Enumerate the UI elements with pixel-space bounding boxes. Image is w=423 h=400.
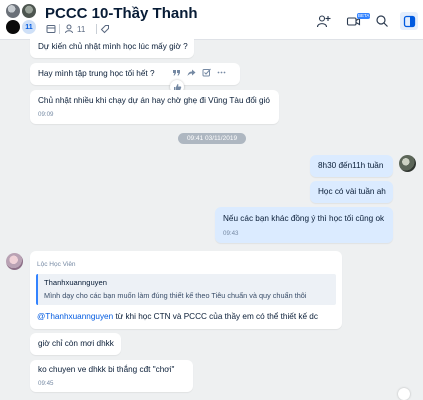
message-bubble-own[interactable]: Nếu các bạn khác đồng ý thì học tối cũng…	[215, 207, 393, 243]
group-avatar[interactable]	[6, 4, 20, 18]
calendar-icon	[46, 25, 56, 33]
chat-header: 11 PCCC 10-Thầy Thanh 11 BETA	[0, 0, 423, 40]
message-text: giờ chỉ còn mơi dhkk	[38, 339, 114, 348]
more-icon[interactable]	[217, 68, 226, 77]
calendar-button[interactable]	[46, 22, 56, 36]
message-bubble[interactable]: Dự kiến chủ nhật mình học lúc mấy giờ ?	[30, 38, 194, 58]
search-icon	[376, 15, 388, 27]
sidebar-toggle-icon	[403, 15, 415, 27]
divider	[59, 24, 60, 34]
quoted-author: Thanhxuannguyen	[44, 278, 107, 287]
message-text: từ khi học CTN và PCCC của thầy em có th…	[115, 312, 318, 321]
message-bubble[interactable]: Hay mình tập trung học tối hết ?	[30, 63, 240, 85]
quote-icon[interactable]	[172, 68, 181, 77]
quoted-message[interactable]: Thanhxuannguyen Mình dạy cho các bạn muố…	[36, 274, 336, 305]
sender-name: Lộc Học Viên	[37, 261, 76, 268]
conversation-title[interactable]: PCCC 10-Thầy Thanh	[45, 5, 198, 22]
tag-icon	[100, 25, 109, 34]
sidebar-toggle-button[interactable]	[400, 12, 418, 30]
message-bubble[interactable]: ko chuyen ve dhkk bi thắng cđt "chơi" 09…	[30, 360, 193, 392]
mention-link[interactable]: @Thanhxuannguyen	[37, 312, 113, 321]
divider	[96, 24, 97, 34]
search-button[interactable]	[373, 12, 391, 30]
add-member-button[interactable]	[314, 12, 332, 30]
message-text: Học có vài tuần ah	[318, 187, 386, 196]
message-text: Dự kiến chủ nhật mình học lúc mấy giờ ?	[38, 42, 188, 51]
avatar[interactable]	[6, 253, 23, 270]
group-avatar[interactable]	[6, 20, 20, 34]
scroll-to-bottom-button[interactable]	[398, 388, 410, 400]
message-text: Chủ nhật nhiều khi chạy dự án hay chờ gh…	[38, 96, 270, 105]
message-actions	[172, 68, 226, 77]
message-bubble-own[interactable]: Học có vài tuần ah	[310, 181, 393, 203]
share-icon[interactable]	[187, 68, 196, 77]
message-text: 8h30 đến11h tuần	[318, 161, 384, 170]
avatar-count-badge[interactable]: 11	[22, 20, 36, 34]
add-member-icon	[316, 14, 330, 27]
date-separator: 09:41 03/11/2019	[178, 133, 246, 144]
members-icon	[65, 24, 73, 34]
members-button[interactable]: 11	[64, 22, 85, 36]
message-text: Nếu các bạn khác đồng ý thì học tối cũng…	[223, 214, 385, 223]
tag-button[interactable]	[100, 22, 110, 36]
message-text: Hay mình tập trung học tối hết ?	[38, 69, 155, 78]
avatar[interactable]	[399, 155, 416, 172]
message-time: 09:43	[223, 230, 239, 237]
quoted-text: Mình dạy cho các bạn muốn làm đúng thiết…	[44, 291, 307, 300]
message-text: ko chuyen ve dhkk bi thắng cđt "chơi"	[38, 365, 175, 374]
checklist-icon[interactable]	[202, 68, 211, 77]
group-avatar[interactable]	[22, 4, 36, 18]
message-bubble[interactable]: giờ chỉ còn mơi dhkk	[30, 333, 121, 355]
beta-badge: BETA	[357, 13, 371, 19]
member-count: 11	[77, 24, 86, 34]
message-time: 09:09	[38, 111, 54, 118]
message-time: 09:45	[38, 380, 54, 387]
message-text-row: @Thanhxuannguyen từ khi học CTN và PCCC …	[37, 312, 318, 321]
message-bubble[interactable]: Chủ nhật nhiều khi chạy dự án hay chờ gh…	[30, 90, 279, 124]
message-bubble-own[interactable]: 8h30 đến11h tuần	[310, 155, 393, 177]
